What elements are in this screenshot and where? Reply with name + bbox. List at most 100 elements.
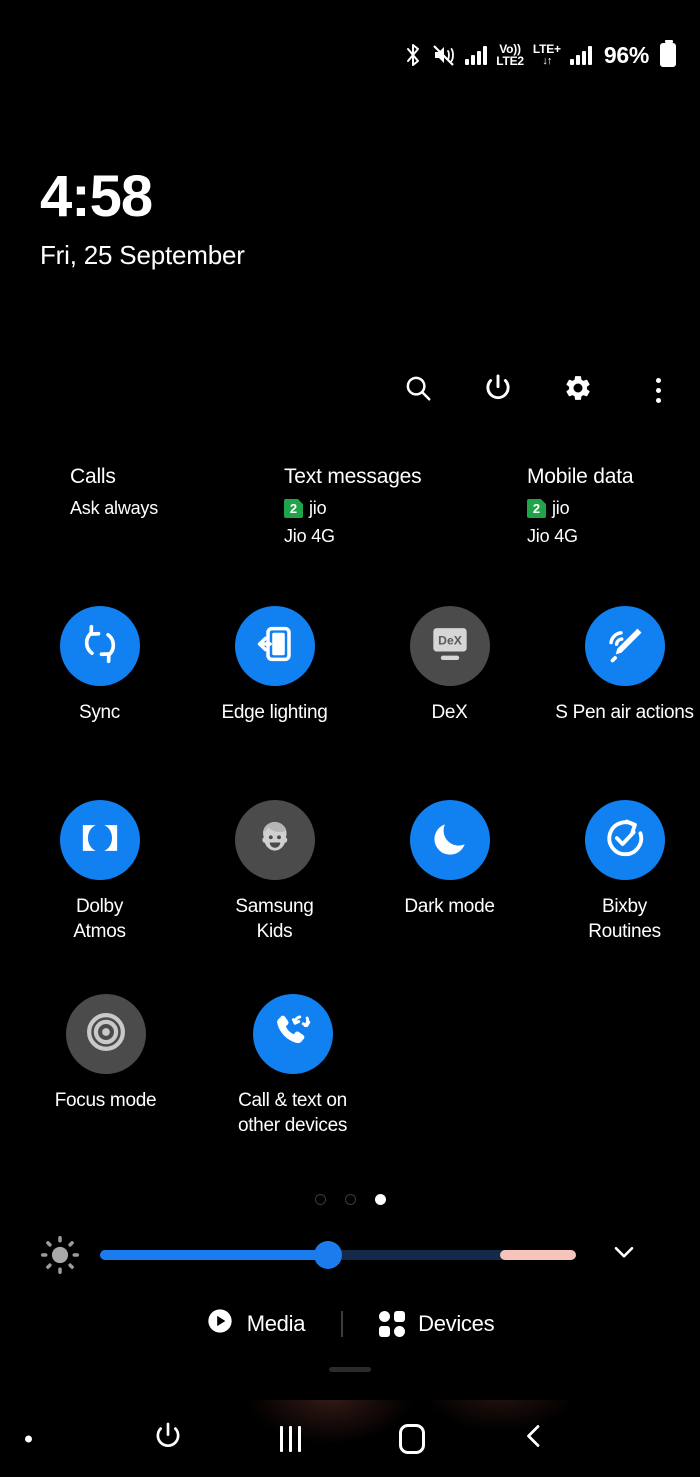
tile-icon-container [584,606,665,686]
s-pen-air-actions-icon [603,622,647,671]
tile-call-text-other-devices[interactable]: Call & text on other devices [211,994,374,1188]
brightness-expand-button[interactable] [604,1235,644,1275]
more-options-button[interactable] [638,370,678,410]
nav-power-button[interactable] [140,1411,196,1467]
tile-label: S Pen air actions [555,702,694,723]
tile-icon-container [234,800,315,880]
sim-info-row: Calls Ask always Text messages 2 jio Jio… [0,465,700,560]
back-icon [519,1421,549,1456]
bluetooth-icon [403,43,423,67]
tile-label: Sync [78,702,121,723]
tile-label: Samsung Kids [235,896,314,943]
tile-dark-mode[interactable]: Dark mode [374,800,525,994]
sim-slot-badge: 2 [284,499,303,518]
tile-icon-container [234,606,315,686]
page-dot[interactable] [344,1194,356,1205]
sim-info-title: Calls [70,465,116,488]
tile-label: Edge lighting [221,702,328,723]
media-devices-bar: Media Devices [0,1303,700,1344]
sim-info-carrier: jio [552,498,570,518]
play-circle-icon [206,1307,234,1340]
tile-row: Dolby Atmos Samsung Kids Dark mode Bixby… [0,800,700,994]
data-arrows: ↓↑ [542,54,552,67]
devices-label: Devices [418,1310,495,1336]
gear-icon [563,373,593,408]
sim-info-carrier: Ask always [70,498,159,518]
volte-indicator: Vo)) LTE2 [496,43,524,68]
tile-dex[interactable]: DeX DeX [374,606,525,800]
sim2-signal-icon [569,45,592,65]
battery-icon [660,40,676,67]
settings-button[interactable] [558,370,598,410]
tile-label: Call & text on other devices [237,1090,348,1137]
brightness-track-fill [100,1249,329,1260]
battery-percent-label: 96% [603,41,649,68]
sim-info-mobile-data[interactable]: Mobile data 2 jio Jio 4G [527,465,634,547]
sync-icon [78,622,122,671]
nav-home-button[interactable] [384,1411,440,1467]
tile-focus-mode[interactable]: Focus mode [24,994,187,1188]
network-line1: LTE+ [532,42,561,57]
sim-info-title: Text messages [284,465,422,488]
tile-s-pen-air-actions[interactable]: S Pen air actions [549,606,700,800]
tile-sync[interactable]: Sync [24,606,175,800]
clock-date: Fri, 25 September [40,240,245,270]
devices-button[interactable]: Devices [369,1307,504,1341]
search-button[interactable] [398,370,438,410]
tile-edge-lighting[interactable]: Edge lighting [199,606,350,800]
more-options-icon [655,377,661,403]
tile-dolby-atmos[interactable]: Dolby Atmos [24,800,175,994]
power-icon [482,372,514,409]
tile-bixby-routines[interactable]: Bixby Routines [549,800,700,994]
clock-time: 4:58 [40,164,153,229]
samsung-kids-icon [254,817,296,864]
brightness-icon [38,1233,82,1277]
quick-settings-tile-grid: Sync Edge lighting DeX DeX S Pen air act… [0,606,700,1188]
tile-icon-container [65,994,146,1074]
sim-info-text-messages[interactable]: Text messages 2 jio Jio 4G [284,465,422,547]
power-button[interactable] [478,370,518,410]
devices-grid-icon [379,1310,406,1337]
sim-info-title: Mobile data [527,465,634,488]
brightness-thumb[interactable] [314,1240,343,1269]
brightness-high-zone [499,1249,576,1260]
sim-info-value: 2 jio [284,498,421,519]
tile-samsung-kids[interactable]: Samsung Kids [199,800,350,994]
tile-icon-container [252,994,333,1074]
nav-back-button[interactable] [506,1411,562,1467]
sim-info-carrier: jio [309,498,327,518]
svg-text:DeX: DeX [438,633,462,647]
sim-slot-badge: 2 [527,499,546,518]
tile-label: Dolby Atmos [73,896,126,943]
search-icon [403,373,433,408]
tile-label: Bixby Routines [588,896,661,943]
tile-icon-container [59,606,140,686]
media-button[interactable]: Media [196,1303,315,1344]
brightness-slider[interactable] [100,1233,576,1277]
tile-icon-container [409,800,490,880]
indicator-dot [25,1435,32,1442]
quick-settings-panel: Vo)) LTE2 LTE+ ↓↑ 96% 4:58 Fri, 25 Septe… [0,0,700,1477]
tile-icon-container: DeX [409,606,490,686]
network-type-indicator: LTE+ ↓↑ [533,43,561,66]
page-dot[interactable] [314,1194,326,1205]
chevron-down-icon [609,1237,639,1272]
tile-row: Focus mode Call & text on other devices [0,994,700,1188]
tile-label: DeX [431,702,468,723]
nav-recents-button[interactable] [262,1411,318,1467]
quick-settings-toolbar [398,370,678,410]
sim-info-calls[interactable]: Calls Ask always [70,465,158,519]
page-dot-active[interactable] [374,1194,386,1205]
brightness-row [0,1232,700,1277]
tile-label: Focus mode [54,1090,157,1111]
sim-info-value: 2 jio [527,498,633,519]
moon-icon [429,817,471,864]
focus-mode-icon [84,1010,128,1059]
clock-block: 4:58 Fri, 25 September [40,168,245,271]
media-label: Media [246,1310,306,1336]
panel-drag-handle[interactable] [329,1367,371,1372]
page-indicator[interactable] [0,1194,700,1205]
wallpaper-backdrop [0,1400,700,1477]
sim-info-value: Ask always [70,498,158,519]
home-icon [399,1423,425,1454]
